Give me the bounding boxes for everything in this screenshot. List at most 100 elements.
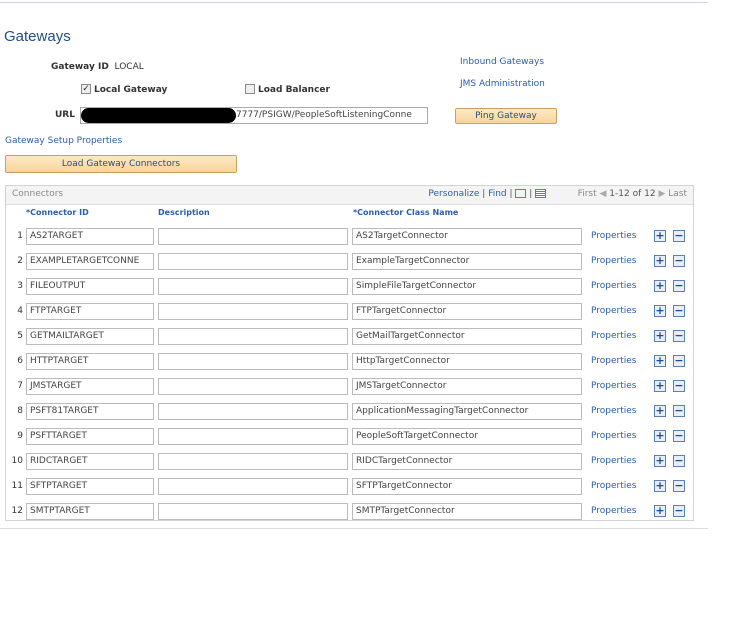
- description-field[interactable]: [158, 253, 348, 270]
- table-row: 7 JMSTARGET JMSTargetConnector Properties + −: [6, 374, 693, 399]
- connector-id-field[interactable]: SMTPTARGET: [26, 503, 154, 520]
- bottom-divider: [0, 528, 708, 529]
- connector-class-field[interactable]: SFTPTargetConnector: [352, 478, 582, 495]
- plus-icon[interactable]: +: [654, 330, 666, 342]
- minus-icon[interactable]: −: [673, 255, 685, 267]
- ping-gateway-button[interactable]: Ping Gateway: [455, 108, 557, 124]
- load-gateway-connectors-button[interactable]: Load Gateway Connectors: [5, 155, 237, 173]
- minus-icon[interactable]: −: [673, 505, 685, 517]
- row-number: 10: [11, 456, 23, 466]
- connector-class-field[interactable]: SMTPTargetConnector: [352, 503, 582, 520]
- description-field[interactable]: [158, 278, 348, 295]
- row-number: 3: [17, 281, 23, 291]
- last-label[interactable]: Last: [668, 189, 687, 199]
- plus-icon[interactable]: +: [654, 255, 666, 267]
- plus-icon[interactable]: +: [654, 230, 666, 242]
- description-field[interactable]: [158, 328, 348, 345]
- connector-id-field[interactable]: PSFTTARGET: [26, 428, 154, 445]
- connector-class-field[interactable]: ExampleTargetConnector: [352, 253, 582, 270]
- connector-class-field[interactable]: AS2TargetConnector: [352, 228, 582, 245]
- minus-icon[interactable]: −: [673, 480, 685, 492]
- jms-administration-link[interactable]: JMS Administration: [460, 79, 545, 89]
- first-label[interactable]: First: [578, 189, 597, 199]
- connector-id-field[interactable]: HTTPTARGET: [26, 353, 154, 370]
- properties-link[interactable]: Properties: [591, 381, 636, 391]
- connector-class-field[interactable]: ApplicationMessagingTargetConnector: [352, 403, 582, 420]
- description-field[interactable]: [158, 478, 348, 495]
- plus-icon[interactable]: +: [654, 305, 666, 317]
- properties-link[interactable]: Properties: [591, 431, 636, 441]
- connector-class-field[interactable]: JMSTargetConnector: [352, 378, 582, 395]
- properties-link[interactable]: Properties: [591, 456, 636, 466]
- description-field[interactable]: [158, 428, 348, 445]
- row-number: 2: [17, 256, 23, 266]
- connector-id-field[interactable]: FTPTARGET: [26, 303, 154, 320]
- minus-icon[interactable]: −: [673, 430, 685, 442]
- plus-icon[interactable]: +: [654, 355, 666, 367]
- minus-icon[interactable]: −: [673, 230, 685, 242]
- properties-link[interactable]: Properties: [591, 406, 636, 416]
- plus-icon[interactable]: +: [654, 280, 666, 292]
- properties-link[interactable]: Properties: [591, 356, 636, 366]
- description-field[interactable]: [158, 228, 348, 245]
- download-grid-icon[interactable]: [535, 189, 547, 198]
- properties-link[interactable]: Properties: [591, 481, 636, 491]
- connector-class-field[interactable]: HttpTargetConnector: [352, 353, 582, 370]
- description-field[interactable]: [158, 378, 348, 395]
- properties-link[interactable]: Properties: [591, 306, 636, 316]
- connector-id-field[interactable]: AS2TARGET: [26, 228, 154, 245]
- plus-icon[interactable]: +: [654, 380, 666, 392]
- minus-icon[interactable]: −: [673, 355, 685, 367]
- plus-icon[interactable]: +: [654, 430, 666, 442]
- connector-class-field[interactable]: SimpleFileTargetConnector: [352, 278, 582, 295]
- url-field[interactable]: 7777/PSIGW/PeopleSoftListeningConne: [80, 107, 428, 124]
- connector-class-field[interactable]: PeopleSoftTargetConnector: [352, 428, 582, 445]
- minus-icon[interactable]: −: [673, 455, 685, 467]
- personalize-link[interactable]: Personalize: [428, 189, 479, 199]
- minus-icon[interactable]: −: [673, 280, 685, 292]
- connector-class-field[interactable]: GetMailTargetConnector: [352, 328, 582, 345]
- description-field[interactable]: [158, 303, 348, 320]
- plus-icon[interactable]: +: [654, 405, 666, 417]
- connector-id-field[interactable]: SFTPTARGET: [26, 478, 154, 495]
- plus-icon[interactable]: +: [654, 455, 666, 467]
- plus-icon[interactable]: +: [654, 505, 666, 517]
- minus-icon[interactable]: −: [673, 405, 685, 417]
- properties-link[interactable]: Properties: [591, 231, 636, 241]
- local-gateway-checkbox[interactable]: ✓: [81, 84, 91, 94]
- minus-icon[interactable]: −: [673, 305, 685, 317]
- connector-id-field[interactable]: GETMAILTARGET: [26, 328, 154, 345]
- connector-id-field[interactable]: JMSTARGET: [26, 378, 154, 395]
- properties-link[interactable]: Properties: [591, 281, 636, 291]
- table-row: 12 SMTPTARGET SMTPTargetConnector Propertie…: [6, 499, 693, 524]
- col-header-description: Description: [158, 208, 210, 217]
- description-field[interactable]: [158, 503, 348, 520]
- inbound-gateways-link[interactable]: Inbound Gateways: [460, 57, 544, 67]
- connector-id-field[interactable]: PSFT81TARGET: [26, 403, 154, 420]
- description-field[interactable]: [158, 353, 348, 370]
- zoom-icon[interactable]: [515, 189, 527, 198]
- table-row: 11 SFTPTARGET SFTPTargetConnector Propertie…: [6, 474, 693, 499]
- table-row: 1 AS2TARGET AS2TargetConnector Properties + −: [6, 224, 693, 249]
- load-balancer-checkbox[interactable]: [245, 84, 255, 94]
- properties-link[interactable]: Properties: [591, 506, 636, 516]
- description-field[interactable]: [158, 453, 348, 470]
- prev-arrow-icon[interactable]: ◀: [600, 189, 607, 199]
- connector-id-field[interactable]: FILEOUTPUT: [26, 278, 154, 295]
- table-row: 10 RIDCTARGET RIDCTargetConnector Propertie…: [6, 449, 693, 474]
- gateway-setup-properties-link[interactable]: Gateway Setup Properties: [5, 136, 122, 146]
- description-field[interactable]: [158, 403, 348, 420]
- next-arrow-icon[interactable]: ▶: [658, 189, 665, 199]
- col-header-class-name: *Connector Class Name: [353, 208, 459, 217]
- properties-link[interactable]: Properties: [591, 331, 636, 341]
- row-number: 7: [17, 381, 23, 391]
- minus-icon[interactable]: −: [673, 380, 685, 392]
- connector-class-field[interactable]: FTPTargetConnector: [352, 303, 582, 320]
- find-link[interactable]: Find: [488, 189, 506, 199]
- connector-class-field[interactable]: RIDCTargetConnector: [352, 453, 582, 470]
- connector-id-field[interactable]: RIDCTARGET: [26, 453, 154, 470]
- plus-icon[interactable]: +: [654, 480, 666, 492]
- connector-id-field[interactable]: EXAMPLETARGETCONNE: [26, 253, 154, 270]
- minus-icon[interactable]: −: [673, 330, 685, 342]
- properties-link[interactable]: Properties: [591, 256, 636, 266]
